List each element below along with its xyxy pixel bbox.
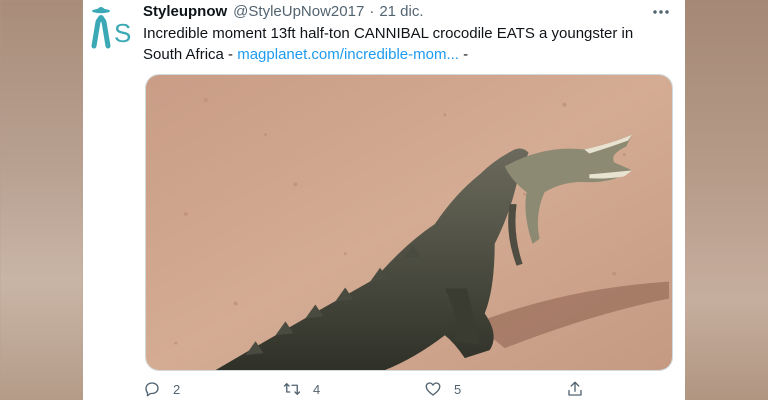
avatar[interactable]: S <box>85 2 135 52</box>
reply-count: 2 <box>173 381 181 397</box>
reply-button[interactable]: 2 <box>143 380 180 398</box>
user-handle[interactable]: @StyleUpNow2017 <box>233 3 364 20</box>
avatar-letter: S <box>114 18 131 48</box>
retweet-icon <box>283 383 301 395</box>
tweet-text: Incredible moment 13ft half-ton CANNIBAL… <box>143 23 668 65</box>
like-button[interactable]: 5 <box>424 380 461 398</box>
background-right <box>685 0 768 400</box>
more-options-icon[interactable] <box>649 4 673 20</box>
reply-icon <box>145 382 159 397</box>
share-icon <box>568 381 582 396</box>
heart-icon <box>425 382 441 396</box>
like-count: 5 <box>454 381 462 397</box>
tweet-actions: 2 4 5 <box>143 380 593 400</box>
tweet-date[interactable]: 21 dic. <box>379 3 423 20</box>
crocodile-photo <box>146 75 672 370</box>
background-left <box>0 0 83 400</box>
tweet-link[interactable]: magplanet.com/incredible-mom... <box>237 46 459 63</box>
tweet-card[interactable]: S Styleupnow @StyleUpNow2017 · 21 dic. I… <box>83 0 685 400</box>
styleupnow-logo-icon: S <box>91 7 131 49</box>
share-button[interactable] <box>566 380 584 398</box>
display-name[interactable]: Styleupnow <box>143 3 227 20</box>
tweet-media-image[interactable] <box>145 74 673 371</box>
tweet-header: Styleupnow @StyleUpNow2017 · 21 dic. <box>143 3 675 23</box>
retweet-count: 4 <box>313 381 321 397</box>
retweet-button[interactable]: 4 <box>283 380 320 398</box>
tweet-text-tail: - <box>458 46 469 63</box>
separator-dot: · <box>369 3 375 20</box>
